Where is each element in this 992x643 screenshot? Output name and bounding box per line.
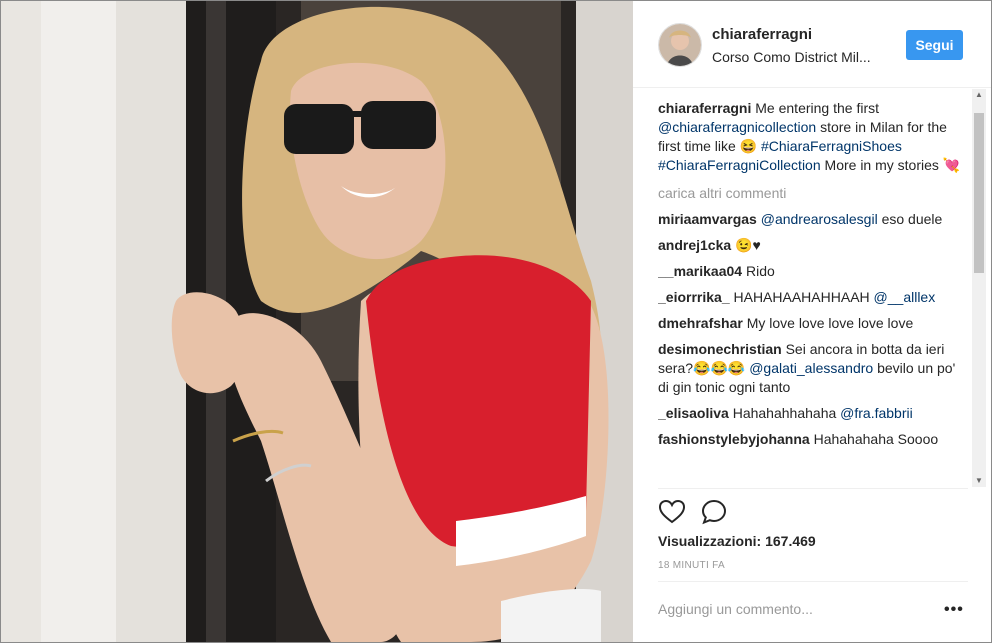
post-side-panel: chiaraferragni Corso Como District Mil..… xyxy=(633,1,991,642)
post-header: chiaraferragni Corso Como District Mil..… xyxy=(633,1,991,88)
like-heart-icon[interactable] xyxy=(658,498,686,526)
scrollbar-thumb[interactable] xyxy=(974,113,984,273)
post-photo[interactable] xyxy=(1,1,633,642)
comment-username[interactable]: _elisaoliva xyxy=(658,405,729,421)
header-username[interactable]: chiaraferragni xyxy=(712,26,812,43)
comment: miriaamvargas @andrearosalesgil eso duel… xyxy=(658,210,970,229)
comment-username[interactable]: fashionstylebyjohanna xyxy=(658,431,810,447)
comment-username[interactable]: _eiorrrika_ xyxy=(658,289,730,305)
comment-text: 😉♥ xyxy=(731,237,761,253)
follow-button[interactable]: Segui xyxy=(906,30,963,60)
comment-text: HAHAHAAHAHHAAH xyxy=(729,289,874,305)
divider xyxy=(658,581,968,582)
avatar[interactable] xyxy=(658,23,702,67)
comment: _eiorrrika_ HAHAHAAHAHHAAH @__alllex xyxy=(658,288,970,307)
comment-text: My love love love love love xyxy=(742,315,914,331)
comment-mention[interactable]: @fra.fabbrii xyxy=(840,405,913,421)
comment: fashionstylebyjohanna Hahahahaha Soooo xyxy=(658,430,970,449)
caption-hashtag-1[interactable]: #ChiaraFerragniShoes xyxy=(761,138,902,154)
comment-bubble-icon[interactable] xyxy=(700,498,728,526)
caption: chiaraferragni Me entering the first @ch… xyxy=(658,99,970,175)
views-count[interactable]: Visualizzazioni: 167.469 xyxy=(658,533,816,549)
comment-text: Rido xyxy=(742,263,775,279)
more-options-icon[interactable]: ••• xyxy=(944,601,964,619)
comment-mention[interactable]: @galati_alessandro xyxy=(749,360,873,376)
comment-text: eso duele xyxy=(877,211,943,227)
scroll-up-icon[interactable]: ▲ xyxy=(972,89,986,101)
comment-username[interactable]: desimonechristian xyxy=(658,341,782,357)
comment-username[interactable]: __marikaa04 xyxy=(658,263,742,279)
comments-scrollbar[interactable]: ▲ ▼ xyxy=(972,89,986,487)
comment-username[interactable]: andrej1cka xyxy=(658,237,731,253)
comment-text: Hahahahhahaha xyxy=(728,405,841,421)
caption-hashtag-2[interactable]: #ChiaraFerragniCollection xyxy=(658,157,821,173)
add-comment-input[interactable]: Aggiungi un commento... xyxy=(658,601,813,617)
scroll-down-icon[interactable]: ▼ xyxy=(972,475,986,487)
comment: _elisaoliva Hahahahhahaha @fra.fabbrii xyxy=(658,404,970,423)
timestamp[interactable]: 18 MINUTI FA xyxy=(658,560,725,571)
header-location[interactable]: Corso Como District Mil... xyxy=(712,49,871,65)
comment: desimonechristian Sei ancora in botta da… xyxy=(658,340,970,397)
post-photo-image xyxy=(1,1,633,642)
caption-text-1: Me entering the first xyxy=(755,100,879,116)
comment: __marikaa04 Rido xyxy=(658,262,970,281)
comment-username[interactable]: dmehrafshar xyxy=(658,315,743,331)
comment-text: Hahahahaha Soooo xyxy=(809,431,939,447)
comment-mention[interactable]: @andrearosalesgil xyxy=(761,211,878,227)
comments-list: chiaraferragni Me entering the first @ch… xyxy=(658,87,970,487)
comment: andrej1cka 😉♥ xyxy=(658,236,970,255)
comment-mention[interactable]: @__alllex xyxy=(874,289,936,305)
divider xyxy=(658,488,968,489)
comment: dmehrafshar My love love love love love xyxy=(658,314,970,333)
caption-mention[interactable]: @chiaraferragnicollection xyxy=(658,119,816,135)
load-more-comments[interactable]: carica altri commenti xyxy=(658,184,970,203)
comment-username[interactable]: miriaamvargas xyxy=(658,211,757,227)
caption-text-3: More in my stories 💘 xyxy=(824,157,961,173)
avatar-image xyxy=(659,24,701,66)
caption-username[interactable]: chiaraferragni xyxy=(658,100,751,116)
